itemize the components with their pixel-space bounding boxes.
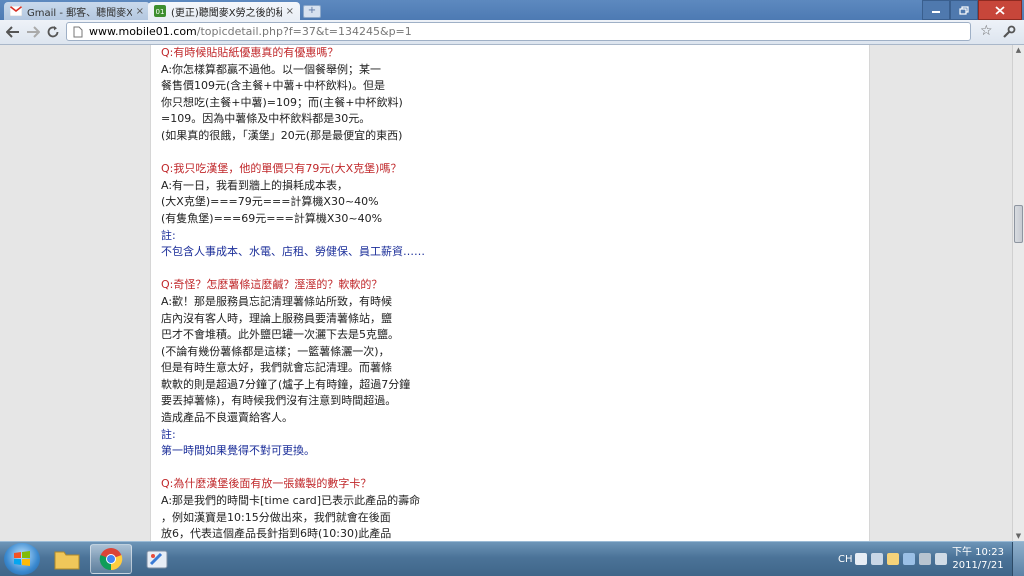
keyboard-icon[interactable]	[854, 553, 867, 565]
show-desktop-button[interactable]	[1012, 542, 1024, 576]
answer-line: 要丟掉薯條)，有時候我們沒有注意到時間超過。	[161, 394, 397, 408]
clock-date: 2011/7/21	[952, 560, 1004, 571]
vertical-scrollbar[interactable]: ▲ ▼	[1012, 45, 1024, 541]
answer-line: (如果真的很餓，「漢堡」20元(那是最便宜的東西)	[161, 128, 403, 142]
url-path: /topicdetail.php?f=37&t=134245&p=1	[196, 25, 412, 38]
clock-time: 下午 10:23	[952, 547, 1004, 558]
question-line: Q:我只吃漢堡，他的單價只有79元(大X克堡)嗎？	[161, 162, 402, 176]
start-button[interactable]	[4, 543, 40, 575]
question-line: Q:有時候貼貼紙優惠真的有優惠嗎？	[161, 46, 339, 59]
taskbar-explorer[interactable]	[46, 544, 88, 574]
input-language[interactable]: CH	[838, 554, 853, 565]
post-body: Q:有時候貼貼紙優惠真的有優惠嗎？ A:你怎樣算都贏不過他。以一個餐舉例；某一 餐售…	[161, 45, 721, 541]
note-line: 註:	[161, 228, 176, 242]
windows-logo-icon	[14, 551, 30, 566]
back-button[interactable]	[4, 23, 22, 41]
close-tab-icon[interactable]: ×	[136, 6, 144, 17]
mobile01-icon: 01	[154, 5, 166, 17]
url-host: www.mobile01.com	[89, 25, 197, 38]
reload-icon	[47, 26, 59, 38]
close-icon	[995, 5, 1005, 15]
maximize-button[interactable]	[950, 0, 978, 20]
back-arrow-icon	[6, 26, 19, 38]
answer-line: A:那是我們的時間卡[time card]已表示此產品的壽命	[161, 494, 421, 508]
chrome-icon	[99, 548, 123, 571]
folder-icon	[54, 551, 80, 570]
ime-icon[interactable]	[870, 553, 883, 565]
scroll-up-arrow-icon[interactable]: ▲	[1013, 45, 1024, 55]
answer-line: (不論有幾份薯條都是這樣；一籃薯條灑一次)，	[161, 344, 390, 358]
answer-line: ，例如漢寶是10:15分做出來，我們就會在後面	[161, 510, 391, 524]
scrollbar-thumb[interactable]	[1014, 205, 1023, 243]
answer-line: =109。因為中薯條及中杯飲料都是30元。	[161, 112, 371, 126]
note-line: 註:	[161, 427, 176, 441]
answer-line: 你只想吃(主餐+中薯)=109；而(主餐+中杯飲料)	[161, 95, 403, 109]
scroll-down-arrow-icon[interactable]: ▼	[1013, 531, 1024, 541]
address-bar[interactable]: www.mobile01.com /topicdetail.php?f=37&t…	[66, 22, 971, 41]
gmail-icon	[10, 5, 22, 17]
question-line: Q:為什麼漢堡後面有放一張鐵製的數字卡？	[161, 477, 372, 491]
help-icon[interactable]	[902, 553, 915, 565]
clock[interactable]: 下午 10:23 2011/7/21	[950, 546, 1006, 572]
question-line: Q:奇怪？怎麼薯條這麼鹹？溼溼的？軟軟的？	[161, 278, 383, 292]
minimize-button[interactable]	[922, 0, 950, 20]
new-tab-button[interactable]: +	[303, 5, 321, 18]
forward-arrow-icon	[27, 26, 40, 38]
tab-strip: Gmail - 郵客、聽聞麥X別 × 01 (更正)聽聞麥X勞之後的秘密 × +	[0, 0, 1024, 20]
note-line: 不包含人事成本、水電、店租、勞健保、員工薪資……	[161, 245, 425, 259]
svg-text:01: 01	[156, 8, 165, 16]
tab-mobile01[interactable]: 01 (更正)聽聞麥X勞之後的秘密 ×	[148, 2, 300, 20]
answer-line: 餐售價109元(含主餐+中薯+中杯飲料)。但是	[161, 79, 386, 93]
answer-line: 店內沒有客人時，理論上服務員要清薯條站，鹽	[161, 311, 392, 325]
answer-line: A:你怎樣算都贏不過他。以一個餐舉例；某一	[161, 62, 382, 76]
window-controls	[922, 0, 1022, 20]
answer-line: (大X克堡)===79元===計算機X30~40%	[161, 195, 379, 209]
system-tray: CH	[838, 542, 949, 576]
taskbar: CH 下午 10:23 2011/7/21	[0, 541, 1024, 576]
network-icon[interactable]	[918, 553, 931, 565]
answer-line: A:歡！那是服務員忘記清理薯條站所致，有時候	[161, 294, 393, 308]
volume-icon[interactable]	[934, 553, 947, 565]
close-window-button[interactable]	[978, 0, 1022, 20]
tab-title: Gmail - 郵客、聽聞麥X別	[27, 7, 132, 19]
page-viewport: Q:有時候貼貼紙優惠真的有優惠嗎？ A:你怎樣算都贏不過他。以一個餐舉例；某一 餐售…	[0, 45, 1012, 541]
wrench-icon[interactable]	[1002, 24, 1016, 43]
tab-title: (更正)聽聞麥X勞之後的秘密	[171, 7, 282, 19]
answer-line: 放6，代表這個產品長針指到6時(10:30)此產品	[161, 527, 392, 541]
answer-line: 巴才不會堆積。此外鹽巴罐一次灑下去是5克鹽。	[161, 328, 399, 342]
close-tab-icon[interactable]: ×	[286, 6, 294, 17]
answer-line: A:有一日，我看到牆上的損耗成本表，	[161, 178, 349, 192]
answer-line: (有隻魚堡)===69元===計算機X30~40%	[161, 211, 383, 225]
reload-button[interactable]	[44, 23, 62, 41]
answer-line: 軟軟的則是超過7分鐘了(爐子上有時鐘，超過7分鐘	[161, 377, 411, 391]
taskbar-paint[interactable]	[136, 544, 178, 574]
notification-icon[interactable]	[886, 553, 899, 565]
answer-line: 但是有時生意太好，我們就會忘記清理。而薯條	[161, 361, 392, 375]
page-icon	[71, 25, 85, 39]
paint-icon	[146, 550, 168, 569]
note-line: 第一時間如果覺得不對可更換。	[161, 444, 315, 458]
tab-gmail[interactable]: Gmail - 郵客、聽聞麥X別 ×	[4, 2, 150, 20]
forward-button[interactable]	[24, 23, 42, 41]
post-container: Q:有時候貼貼紙優惠真的有優惠嗎？ A:你怎樣算都贏不過他。以一個餐舉例；某一 餐售…	[150, 45, 870, 541]
answer-line: 造成產品不良還賣給客人。	[161, 411, 293, 425]
bookmark-star-icon[interactable]: ☆	[980, 23, 993, 39]
restore-icon	[959, 5, 969, 15]
taskbar-chrome[interactable]	[90, 544, 132, 574]
minimize-icon	[932, 11, 940, 13]
browser-toolbar: www.mobile01.com /topicdetail.php?f=37&t…	[0, 20, 1024, 45]
